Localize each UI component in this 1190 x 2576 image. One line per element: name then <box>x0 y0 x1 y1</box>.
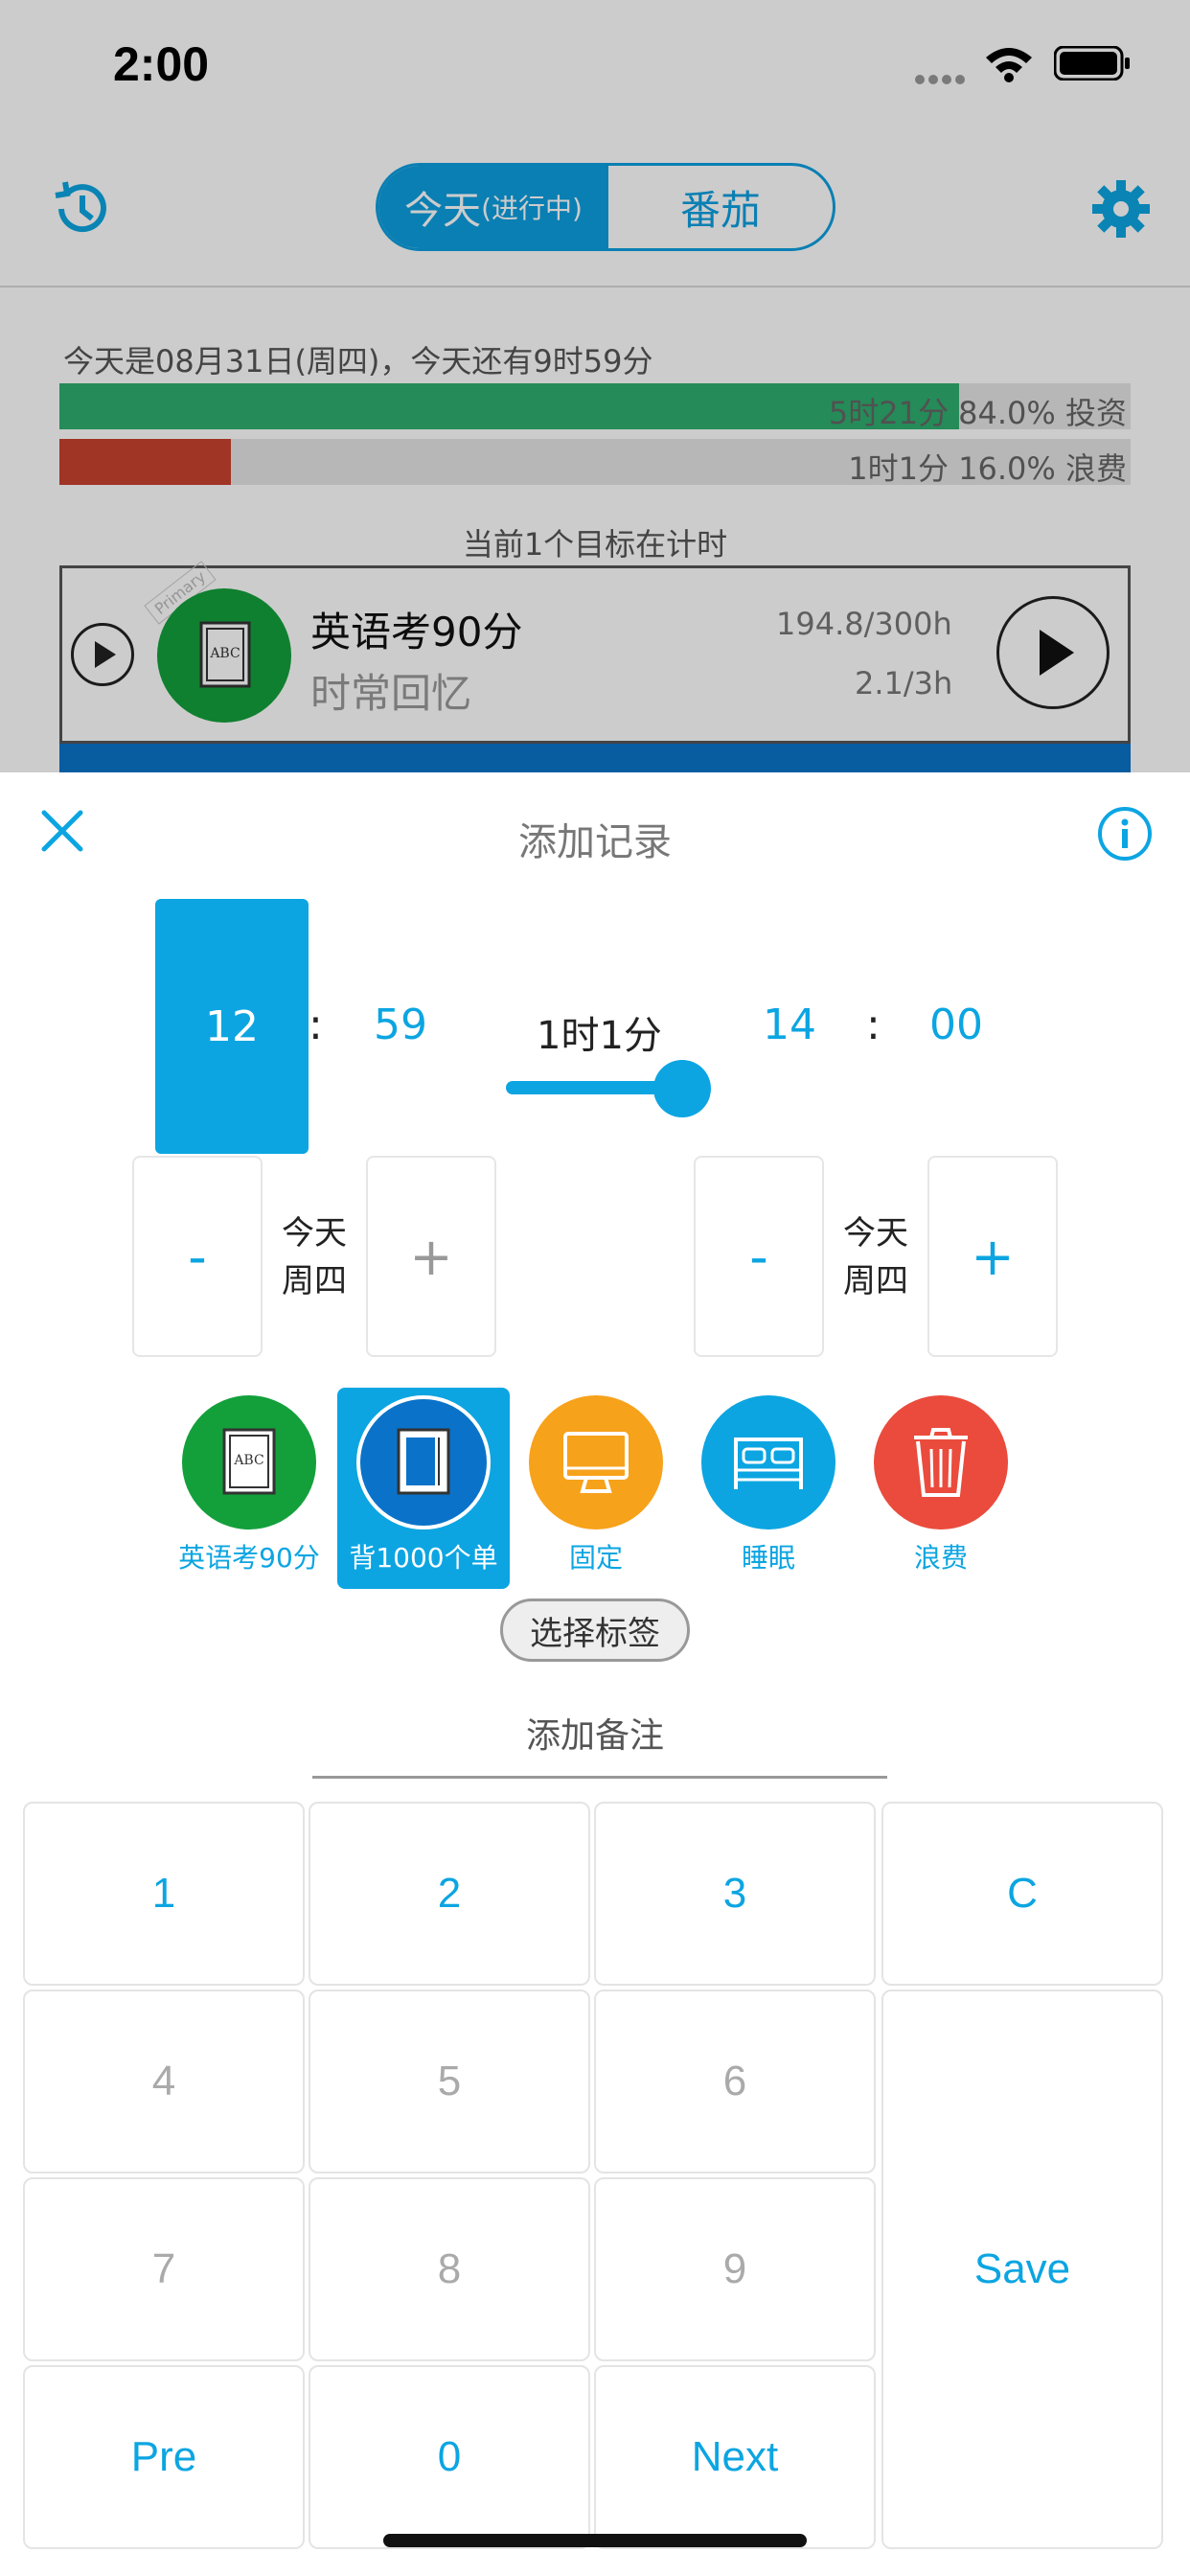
category-english-goal[interactable]: ABC <box>182 1395 316 1530</box>
book-icon <box>397 1428 450 1495</box>
duration-slider-knob[interactable] <box>653 1060 711 1117</box>
key-6[interactable]: 6 <box>594 1990 876 2174</box>
category-fixed[interactable] <box>529 1395 663 1530</box>
end-minute[interactable]: 00 <box>929 1000 983 1049</box>
key-3[interactable]: 3 <box>594 1802 876 1986</box>
category-waste[interactable] <box>874 1395 1008 1530</box>
book-icon: ABC <box>222 1428 276 1495</box>
category-label-english: 英语考90分 <box>178 1542 320 1574</box>
add-note-field[interactable]: 添加备注 <box>0 1708 1190 1758</box>
start-weekday-text: 周四 <box>282 1262 347 1300</box>
end-hour[interactable]: 14 <box>763 1000 816 1049</box>
start-day-label: 今天 周四 <box>266 1209 362 1305</box>
bed-icon <box>734 1438 803 1489</box>
end-day-plus-button[interactable]: + <box>927 1156 1058 1357</box>
next-button[interactable]: Next <box>594 2365 876 2549</box>
key-7[interactable]: 7 <box>23 2177 305 2361</box>
sheet-title: 添加记录 <box>518 820 672 864</box>
note-underline <box>312 1776 887 1779</box>
start-day-text: 今天 <box>282 1214 347 1253</box>
category-label-fixed: 固定 <box>568 1542 623 1574</box>
category-label-sleep: 睡眠 <box>741 1542 795 1574</box>
background-screen: 2:00 今天 (进行中) 番茄 今天是08月31日(周四)，今天还有9时59分 … <box>0 0 1190 772</box>
key-1[interactable]: 1 <box>23 1802 305 1986</box>
start-day-minus-button[interactable]: - <box>132 1156 263 1357</box>
info-icon[interactable] <box>1096 805 1154 862</box>
start-colon: : <box>309 1000 323 1049</box>
key-clear[interactable]: C <box>881 1802 1163 1986</box>
key-0[interactable]: 0 <box>309 2365 590 2549</box>
category-label-vocab: 背1000个单 <box>349 1542 498 1574</box>
save-button[interactable]: Save <box>881 1990 1163 2549</box>
category-label-waste: 浪费 <box>913 1542 968 1574</box>
start-hour-picker[interactable]: 12 <box>155 899 309 1154</box>
pre-button[interactable]: Pre <box>23 2365 305 2549</box>
select-tags-button[interactable]: 选择标签 <box>500 1598 690 1662</box>
key-5[interactable]: 5 <box>309 1990 590 2174</box>
end-colon: : <box>866 1000 881 1049</box>
key-8[interactable]: 8 <box>309 2177 590 2361</box>
key-2[interactable]: 2 <box>309 1802 590 1986</box>
dim-overlay <box>0 0 1190 772</box>
key-9[interactable]: 9 <box>594 2177 876 2361</box>
key-4[interactable]: 4 <box>23 1990 305 2174</box>
end-day-text: 今天 <box>843 1214 908 1253</box>
duration-label: 1时1分 <box>537 1014 662 1058</box>
monitor-icon <box>563 1432 629 1493</box>
category-sleep[interactable] <box>701 1395 835 1530</box>
end-weekday-text: 周四 <box>843 1262 908 1300</box>
end-day-label: 今天 周四 <box>828 1209 924 1305</box>
start-day-plus-button[interactable]: + <box>366 1156 496 1357</box>
category-vocab[interactable] <box>356 1395 491 1530</box>
start-minute[interactable]: 59 <box>374 1000 427 1049</box>
end-day-minus-button[interactable]: - <box>694 1156 824 1357</box>
trash-icon <box>914 1428 968 1497</box>
home-indicator <box>383 2534 807 2547</box>
svg-text:ABC: ABC <box>233 1453 263 1468</box>
